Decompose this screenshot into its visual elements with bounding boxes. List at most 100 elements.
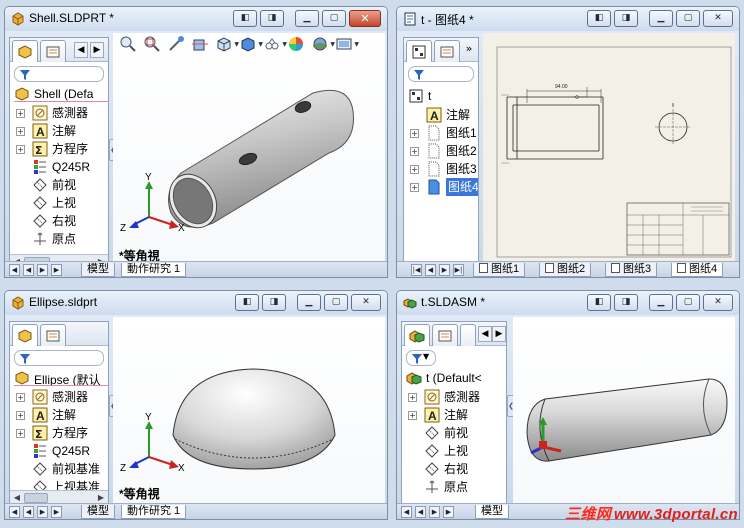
feature-manager-tab[interactable] — [12, 324, 38, 346]
tab-scroll-right[interactable]: ▶ — [492, 326, 506, 342]
expand-toggle-icon[interactable]: + — [410, 147, 419, 156]
close-button[interactable]: ✕ — [351, 294, 381, 311]
tab-prev-icon[interactable]: ◀ — [415, 506, 426, 518]
expand-toggle-icon[interactable]: + — [408, 411, 417, 420]
tab-last-icon[interactable]: ▶ — [443, 506, 454, 518]
scroll-thumb[interactable] — [24, 493, 48, 503]
drawing-sheet-viewport[interactable]: 94.00 — [483, 33, 735, 261]
sheet-tab[interactable]: 图纸4 — [671, 263, 724, 277]
graphics-viewport[interactable]: Y X Z *等角視 — [113, 317, 385, 503]
close-button[interactable]: ✕ — [703, 294, 733, 311]
property-manager-tab[interactable] — [40, 40, 66, 62]
title-bar[interactable]: t.SLDASM * ◧ ◨ ▁ ▢ ✕ — [397, 291, 739, 315]
tab-first-icon[interactable]: |◀ — [411, 264, 422, 276]
maximize-button[interactable]: ▢ — [322, 10, 346, 27]
axis-label-z: Z — [120, 223, 126, 233]
minimize-button[interactable]: ▁ — [649, 294, 673, 311]
sheet-tab[interactable]: 图纸1 — [473, 263, 526, 277]
tab-next-icon[interactable]: ▶ — [439, 264, 450, 276]
tab-next-icon[interactable]: ▶ — [37, 264, 48, 276]
tab-expand-icon[interactable]: » — [462, 42, 476, 58]
zoom-area-icon[interactable] — [143, 35, 163, 53]
expand-toggle-icon[interactable]: + — [16, 393, 25, 402]
hide-show-items-icon[interactable]: ▼ — [263, 35, 287, 53]
expand-toggle-icon[interactable]: + — [16, 109, 25, 118]
tab-last-icon[interactable]: ▶ — [51, 264, 62, 276]
close-button[interactable]: ✕ — [349, 10, 381, 27]
minimize-button[interactable]: ▁ — [295, 10, 319, 27]
property-manager-tab[interactable] — [40, 324, 66, 346]
expand-toggle-icon[interactable]: + — [408, 393, 417, 402]
edit-appearance-icon[interactable] — [287, 35, 307, 53]
filter-dropdown-icon[interactable]: ▼ — [423, 352, 429, 361]
tab-last-icon[interactable]: ▶ — [51, 506, 62, 518]
tab-scroll-right[interactable]: ▶ — [90, 42, 104, 58]
graphics-viewport[interactable] — [513, 317, 735, 503]
maximize-button[interactable]: ▢ — [324, 294, 348, 311]
expand-toggle-icon[interactable]: + — [16, 429, 25, 438]
feature-manager-tab[interactable] — [404, 324, 430, 346]
filter-input[interactable] — [14, 350, 104, 366]
tab-first-icon[interactable]: ◀ — [9, 264, 20, 276]
expand-toggle-icon[interactable]: + — [16, 145, 25, 154]
section-view-icon[interactable] — [191, 35, 211, 53]
tile-right-button[interactable]: ◨ — [614, 294, 638, 311]
apply-scene-icon[interactable]: ▼ — [311, 35, 335, 53]
tab-next-icon[interactable]: ▶ — [429, 506, 440, 518]
config-manager-tab[interactable] — [460, 324, 476, 346]
tab-first-icon[interactable]: ◀ — [9, 506, 20, 518]
filter-input[interactable]: ▼ — [406, 350, 436, 366]
property-manager-tab[interactable] — [432, 324, 458, 346]
graphics-viewport[interactable]: ▼ ▼ ▼ ▼ ▼ Y X Z *等角視 — [113, 33, 385, 261]
expand-toggle-icon[interactable]: + — [410, 165, 419, 174]
minimize-button[interactable]: ▁ — [649, 10, 673, 27]
filter-input[interactable] — [14, 66, 104, 82]
expand-toggle-icon[interactable]: + — [16, 127, 25, 136]
title-bar[interactable]: Shell.SLDPRT * ◧ ◨ ▁ ▢ ✕ — [5, 7, 387, 31]
feature-manager-tab[interactable] — [12, 40, 38, 62]
expand-toggle-icon[interactable]: + — [410, 183, 419, 192]
maximize-button[interactable]: ▢ — [676, 294, 700, 311]
tab-prev-icon[interactable]: ◀ — [23, 264, 34, 276]
maximize-button[interactable]: ▢ — [676, 10, 700, 27]
sheet-tab[interactable]: 图纸2 — [539, 263, 592, 277]
filter-input[interactable] — [408, 66, 474, 82]
tab-first-icon[interactable]: ◀ — [401, 506, 412, 518]
tree-root[interactable]: t (Default< — [406, 370, 506, 386]
minimize-button[interactable]: ▁ — [297, 294, 321, 311]
tab-model[interactable]: 模型 — [81, 263, 115, 277]
previous-view-icon[interactable] — [167, 35, 187, 53]
sheet-tab[interactable]: 图纸3 — [605, 263, 658, 277]
tree-root[interactable]: Ellipse (默认 — [14, 370, 108, 386]
tile-left-button[interactable]: ◧ — [233, 10, 257, 27]
view-settings-icon[interactable]: ▼ — [335, 35, 359, 53]
tab-last-icon[interactable]: ▶| — [453, 264, 464, 276]
tile-right-button[interactable]: ◨ — [614, 10, 638, 27]
tab-motion-study[interactable]: 動作研究 1 — [121, 263, 187, 277]
tab-prev-icon[interactable]: ◀ — [23, 506, 34, 518]
tab-prev-icon[interactable]: ◀ — [425, 264, 436, 276]
tab-model[interactable]: 模型 — [81, 505, 115, 519]
title-bar[interactable]: Ellipse.sldprt ◧ ◨ ▁ ▢ ✕ — [5, 291, 387, 315]
feature-manager-tab[interactable] — [406, 40, 432, 62]
display-style-icon[interactable]: ▼ — [239, 35, 263, 53]
tile-left-button[interactable]: ◧ — [587, 10, 611, 27]
expand-toggle-icon[interactable]: + — [410, 129, 419, 138]
tile-right-button[interactable]: ◨ — [262, 294, 286, 311]
tile-right-button[interactable]: ◨ — [260, 10, 284, 27]
tile-left-button[interactable]: ◧ — [235, 294, 259, 311]
tab-next-icon[interactable]: ▶ — [37, 506, 48, 518]
tab-scroll-left[interactable]: ◀ — [478, 326, 492, 342]
view-orientation-icon[interactable]: ▼ — [215, 35, 239, 53]
tile-left-button[interactable]: ◧ — [587, 294, 611, 311]
horizontal-scrollbar[interactable]: ◀ ▶ — [10, 490, 108, 504]
restore-button[interactable]: ✕ — [703, 10, 733, 27]
tab-motion-study[interactable]: 動作研究 1 — [121, 505, 187, 519]
zoom-to-fit-icon[interactable] — [119, 35, 139, 53]
tree-root[interactable]: Shell (Defa — [14, 86, 108, 102]
property-manager-tab[interactable] — [434, 40, 460, 62]
tab-model[interactable]: 模型 — [475, 505, 509, 519]
expand-toggle-icon[interactable]: + — [16, 411, 25, 420]
title-bar[interactable]: t - 图纸4 * ◧ ◨ ▁ ▢ ✕ — [397, 7, 739, 31]
tab-scroll-left[interactable]: ◀ — [74, 42, 88, 58]
